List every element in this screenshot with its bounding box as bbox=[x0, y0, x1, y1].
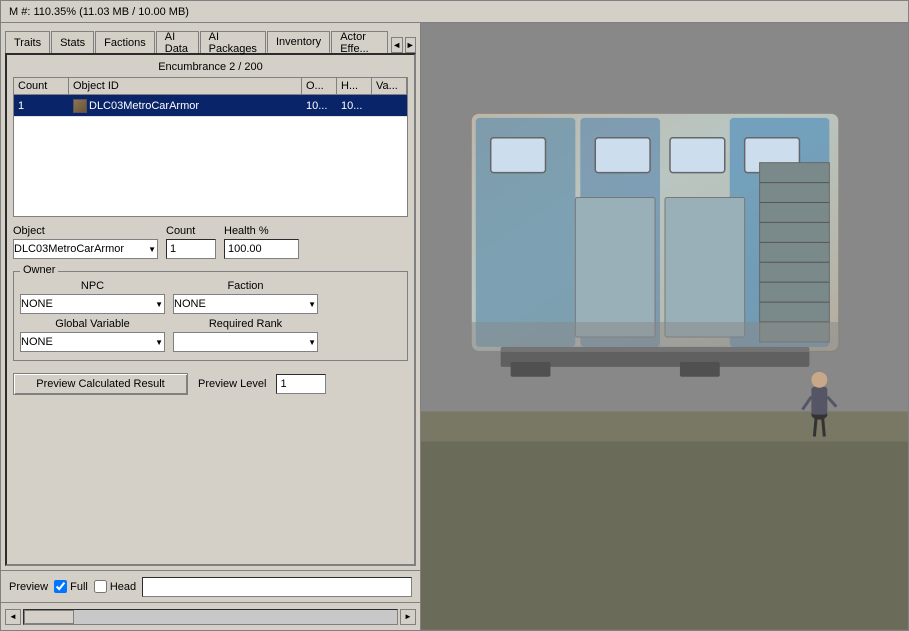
tab-factions[interactable]: Factions bbox=[95, 31, 155, 53]
full-checkbox[interactable] bbox=[54, 580, 67, 593]
main-window: M #: 110.35% (11.03 MB / 10.00 MB) Trait… bbox=[0, 0, 909, 631]
health-label: Health % bbox=[224, 225, 299, 237]
tab-ai-data[interactable]: AI Data bbox=[156, 31, 199, 53]
table-data-area: 1 DLC03MetroCarArmor 10... 10... bbox=[14, 95, 407, 215]
table-row[interactable]: 1 DLC03MetroCarArmor 10... 10... bbox=[14, 95, 407, 117]
inventory-table-wrapper: Count Object ID O... H... Va... 1 DLC03M… bbox=[13, 77, 408, 217]
object-select[interactable]: DLC03MetroCarArmor bbox=[13, 239, 158, 259]
preview-level-label: Preview Level bbox=[198, 378, 266, 390]
preview-label: Preview bbox=[9, 581, 48, 593]
cell-o: 10... bbox=[302, 95, 337, 117]
cell-count: 1 bbox=[14, 95, 69, 117]
required-rank-col: Required Rank bbox=[173, 318, 318, 352]
col-header-object-id: Object ID bbox=[69, 78, 302, 94]
owner-group-label: Owner bbox=[20, 264, 58, 276]
col-header-h: H... bbox=[337, 78, 372, 94]
item-icon bbox=[73, 99, 87, 113]
global-var-col: Global Variable NONE bbox=[20, 318, 165, 352]
global-var-label: Global Variable bbox=[20, 318, 165, 330]
status-text: M #: 110.35% (11.03 MB / 10.00 MB) bbox=[9, 6, 189, 18]
cell-va bbox=[372, 95, 407, 117]
col-header-va: Va... bbox=[372, 78, 407, 94]
status-bar: M #: 110.35% (11.03 MB / 10.00 MB) bbox=[1, 1, 908, 23]
preview-calculated-result-button[interactable]: Preview Calculated Result bbox=[13, 373, 188, 395]
encumbrance-label: Encumbrance 2 / 200 bbox=[13, 61, 408, 73]
left-panel: Traits Stats Factions AI Data AI Package… bbox=[1, 23, 421, 630]
viewport-panel bbox=[421, 23, 908, 630]
tab-nav-prev[interactable]: ◄ bbox=[391, 37, 402, 53]
tab-actor-effects[interactable]: Actor Effe... bbox=[331, 31, 388, 53]
scroll-right-btn[interactable]: ► bbox=[400, 609, 416, 625]
faction-select[interactable]: NONE bbox=[173, 294, 318, 314]
inventory-panel: Encumbrance 2 / 200 Count Object ID O...… bbox=[5, 53, 416, 566]
faction-col: Faction NONE bbox=[173, 280, 318, 314]
tabs-row: Traits Stats Factions AI Data AI Package… bbox=[1, 23, 420, 53]
tab-stats[interactable]: Stats bbox=[51, 31, 94, 53]
head-checkbox[interactable] bbox=[94, 580, 107, 593]
cell-h: 10... bbox=[337, 95, 372, 117]
content-area: Traits Stats Factions AI Data AI Package… bbox=[1, 23, 908, 630]
npc-label: NPC bbox=[20, 280, 165, 292]
col-header-o: O... bbox=[302, 78, 337, 94]
head-checkbox-label[interactable]: Head bbox=[94, 580, 136, 593]
tab-ai-packages[interactable]: AI Packages bbox=[200, 31, 266, 53]
required-rank-label: Required Rank bbox=[173, 318, 318, 330]
item-form: Object DLC03MetroCarArmor Count bbox=[13, 225, 408, 395]
count-input[interactable] bbox=[166, 239, 216, 259]
faction-label: Faction bbox=[173, 280, 318, 292]
npc-select[interactable]: NONE bbox=[20, 294, 165, 314]
health-input[interactable] bbox=[224, 239, 299, 259]
count-label: Count bbox=[166, 225, 216, 237]
full-checkbox-label[interactable]: Full bbox=[54, 580, 88, 593]
global-var-select[interactable]: NONE bbox=[20, 332, 165, 352]
owner-global-rank-row: Global Variable NONE Required Rank bbox=[20, 318, 401, 352]
viewport-svg bbox=[421, 23, 908, 630]
tab-nav-next[interactable]: ► bbox=[405, 37, 416, 53]
preview-level-input[interactable] bbox=[276, 374, 326, 394]
cell-object-id: DLC03MetroCarArmor bbox=[69, 95, 302, 117]
table-header: Count Object ID O... H... Va... bbox=[14, 78, 407, 95]
col-header-count: Count bbox=[14, 78, 69, 94]
tab-inventory[interactable]: Inventory bbox=[267, 31, 330, 53]
preview-bar bbox=[142, 577, 412, 597]
owner-group: Owner NPC NONE Fac bbox=[13, 271, 408, 361]
required-rank-select[interactable] bbox=[173, 332, 318, 352]
scroll-left-btn[interactable]: ◄ bbox=[5, 609, 21, 625]
npc-col: NPC NONE bbox=[20, 280, 165, 314]
preview-controls: Preview Full Head bbox=[1, 570, 420, 602]
object-label: Object bbox=[13, 225, 158, 237]
tab-traits[interactable]: Traits bbox=[5, 31, 50, 53]
owner-npc-faction-row: NPC NONE Faction bbox=[20, 280, 401, 314]
